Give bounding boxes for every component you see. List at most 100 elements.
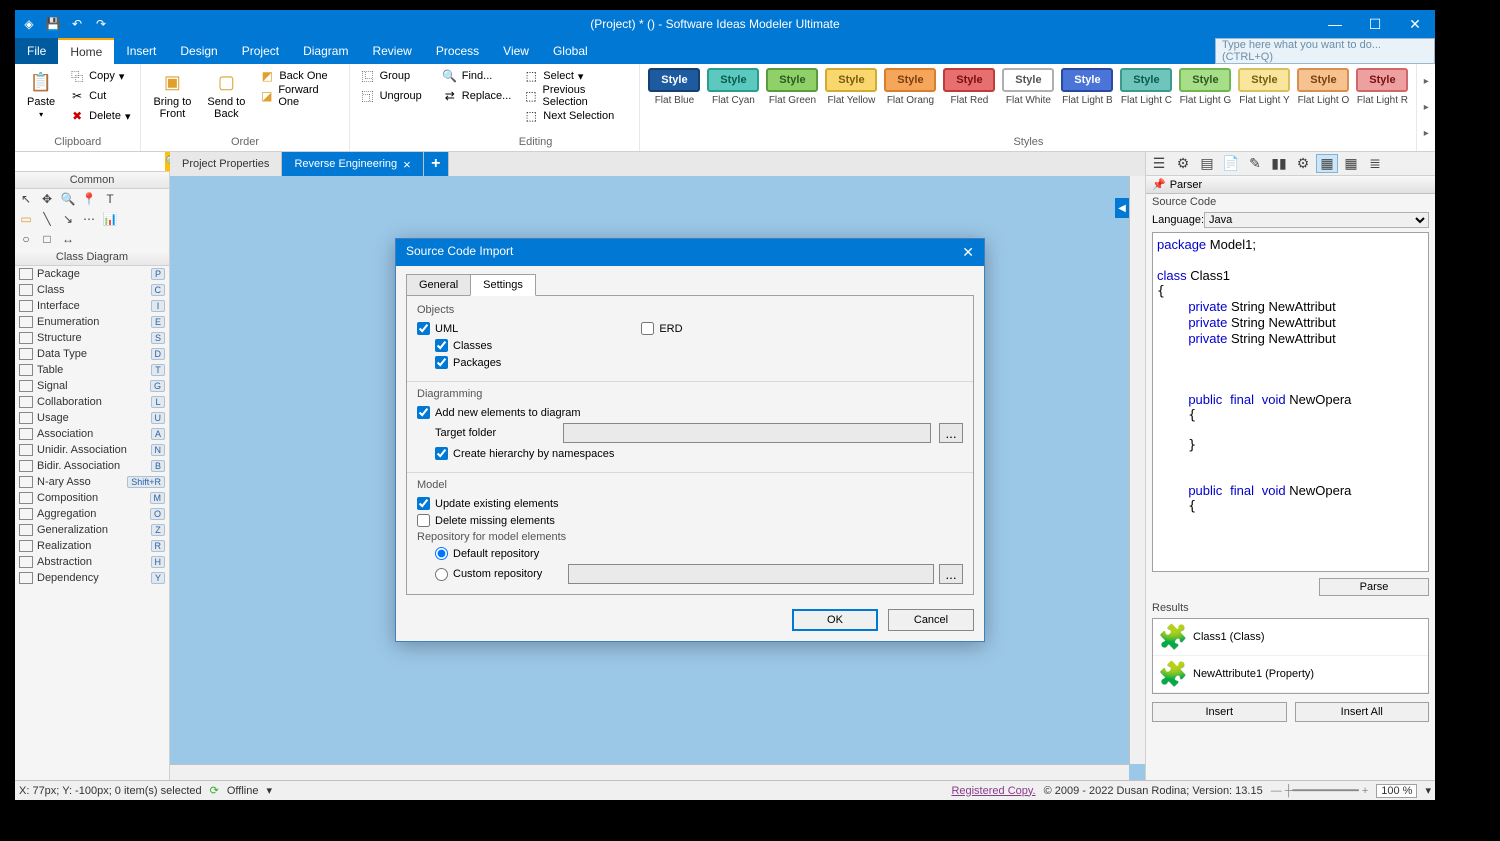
style-swatch[interactable]: Style (884, 68, 936, 92)
style-swatch[interactable]: Style (1238, 68, 1290, 92)
square-tool-icon[interactable]: □ (38, 231, 56, 247)
toolbox-search[interactable] (15, 152, 165, 171)
redo-icon[interactable]: ↷ (93, 16, 109, 32)
delete-button[interactable]: ✖Delete ▾ (65, 106, 134, 126)
class-diagram-item[interactable]: CompositionM (15, 490, 169, 506)
pin-tool-icon[interactable]: 📍 (80, 191, 98, 207)
menu-view[interactable]: View (491, 38, 541, 64)
class-diagram-item[interactable]: UsageU (15, 410, 169, 426)
cut-button[interactable]: ✂Cut (65, 86, 134, 106)
undo-icon[interactable]: ↶ (69, 16, 85, 32)
class-diagram-item[interactable]: AbstractionH (15, 554, 169, 570)
custom-repo-input[interactable] (568, 564, 934, 584)
style-swatch[interactable]: Style (1356, 68, 1408, 92)
link-tool-icon[interactable]: ↔ (59, 231, 77, 247)
cancel-button[interactable]: Cancel (888, 609, 974, 631)
erd-checkbox[interactable] (641, 322, 654, 335)
offline-icon[interactable]: ⟳ (210, 784, 219, 797)
class-diagram-item[interactable]: CollaborationL (15, 394, 169, 410)
style-swatch[interactable]: Style (825, 68, 877, 92)
rp-icon-parser[interactable]: ▦ (1316, 154, 1338, 173)
custom-repo-radio[interactable] (435, 568, 448, 581)
menu-insert[interactable]: Insert (114, 38, 168, 64)
insert-all-button[interactable]: Insert All (1295, 702, 1430, 722)
class-diagram-item[interactable]: PackageP (15, 266, 169, 282)
back-one-button[interactable]: ◩Back One (255, 66, 342, 86)
result-item[interactable]: 🧩NewAttribute1 (Property) (1153, 656, 1428, 693)
dialog-tab-general[interactable]: General (406, 274, 471, 296)
style-swatch[interactable]: Style (707, 68, 759, 92)
rp-icon-2[interactable]: ⚙ (1172, 154, 1194, 173)
registered-link[interactable]: Registered Copy. (951, 785, 1035, 797)
class-diagram-item[interactable]: TableT (15, 362, 169, 378)
select-button[interactable]: ⬚Select ▾ (519, 66, 633, 86)
class-diagram-item[interactable]: GeneralizationZ (15, 522, 169, 538)
group-button[interactable]: ⿺Group (356, 66, 426, 86)
insert-button[interactable]: Insert (1152, 702, 1287, 722)
rp-icon-4[interactable]: 📄 (1220, 154, 1242, 173)
menu-project[interactable]: Project (230, 38, 291, 64)
style-swatch[interactable]: Style (1061, 68, 1113, 92)
style-swatch[interactable]: Style (766, 68, 818, 92)
scroll-horizontal[interactable] (170, 764, 1129, 780)
next-sel-button[interactable]: ⬚Next Selection (519, 106, 633, 126)
dialog-tab-settings[interactable]: Settings (470, 274, 536, 296)
packages-checkbox[interactable] (435, 356, 448, 369)
code-editor[interactable]: package Model1; class Class1 { private S… (1152, 232, 1429, 572)
parse-button[interactable]: Parse (1319, 578, 1429, 596)
menu-diagram[interactable]: Diagram (291, 38, 360, 64)
find-button[interactable]: 🔍Find... (438, 66, 516, 86)
class-diagram-item[interactable]: AggregationO (15, 506, 169, 522)
close-icon[interactable]: ✕ (1395, 10, 1435, 38)
dialog-close-icon[interactable]: ✕ (962, 244, 974, 261)
text-tool-icon[interactable]: T (101, 191, 119, 207)
rect-tool-icon[interactable]: ▭ (17, 211, 35, 227)
class-diagram-header[interactable]: Class Diagram (15, 249, 169, 266)
move-tool-icon[interactable]: ✥ (38, 191, 56, 207)
dash-tool-icon[interactable]: ⋯ (80, 211, 98, 227)
forward-one-button[interactable]: ◪Forward One (255, 86, 342, 106)
custom-repo-browse[interactable]: ... (939, 564, 963, 584)
class-diagram-item[interactable]: InterfaceI (15, 298, 169, 314)
bring-to-front-button[interactable]: ▣Bring to Front (147, 66, 197, 124)
language-select[interactable]: Java (1204, 212, 1429, 228)
send-to-back-button[interactable]: ▢Send to Back (201, 66, 251, 124)
replace-button[interactable]: ⇄Replace... (438, 86, 516, 106)
class-diagram-item[interactable]: Unidir. AssociationN (15, 442, 169, 458)
menu-review[interactable]: Review (360, 38, 423, 64)
class-diagram-item[interactable]: N-ary AssoShift+R (15, 474, 169, 490)
rp-icon-1[interactable]: ☰ (1148, 154, 1170, 173)
uml-checkbox[interactable] (417, 322, 430, 335)
common-header[interactable]: Common (15, 172, 169, 189)
create-hierarchy-checkbox[interactable] (435, 447, 448, 460)
tab-close-icon[interactable]: × (403, 157, 411, 172)
tab-reverse-engineering[interactable]: Reverse Engineering× (282, 152, 423, 176)
class-diagram-item[interactable]: AssociationA (15, 426, 169, 442)
copy-button[interactable]: ⿻Copy ▾ (65, 66, 134, 86)
style-swatch[interactable]: Style (1120, 68, 1172, 92)
result-item[interactable]: 🧩Class1 (Class) (1153, 619, 1428, 656)
menu-design[interactable]: Design (168, 38, 229, 64)
rp-icon-6[interactable]: ▮▮ (1268, 154, 1290, 173)
class-diagram-item[interactable]: StructureS (15, 330, 169, 346)
ribbon-search[interactable]: Type here what you want to do... (CTRL+Q… (1215, 38, 1435, 64)
delete-missing-checkbox[interactable] (417, 514, 430, 527)
ribbon-more-icon[interactable]: ▸ (1417, 76, 1435, 87)
class-diagram-item[interactable]: DependencyY (15, 570, 169, 586)
update-existing-checkbox[interactable] (417, 497, 430, 510)
class-diagram-item[interactable]: ClassC (15, 282, 169, 298)
zoom-value[interactable]: 100 % (1376, 784, 1417, 798)
menu-process[interactable]: Process (424, 38, 491, 64)
target-folder-browse[interactable]: ... (939, 423, 963, 443)
style-swatch[interactable]: Style (1297, 68, 1349, 92)
tab-project-properties[interactable]: Project Properties (170, 152, 282, 176)
canvas-side-tab[interactable]: ◀ (1115, 198, 1129, 218)
arrow-tool-icon[interactable]: ↘ (59, 211, 77, 227)
ungroup-button[interactable]: ⿹Ungroup (356, 86, 426, 106)
add-new-checkbox[interactable] (417, 406, 430, 419)
rp-icon-10[interactable]: ≣ (1364, 154, 1386, 173)
prev-sel-button[interactable]: ⬚Previous Selection (519, 86, 633, 106)
class-diagram-item[interactable]: EnumerationE (15, 314, 169, 330)
minimize-icon[interactable]: — (1315, 10, 1355, 38)
class-diagram-item[interactable]: Data TypeD (15, 346, 169, 362)
